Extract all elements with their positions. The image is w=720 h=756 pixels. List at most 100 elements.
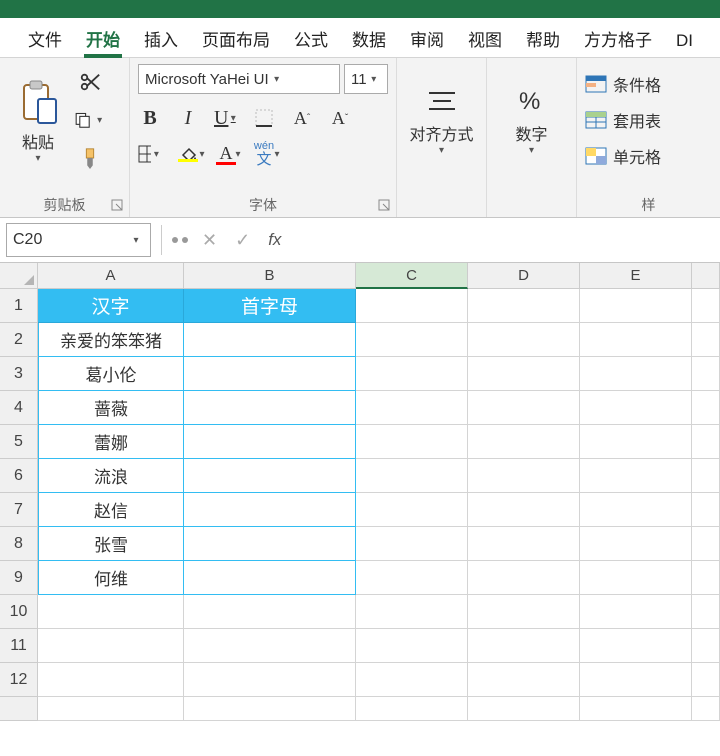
- confirm-entry-button[interactable]: ✓: [235, 230, 250, 251]
- cell[interactable]: [356, 527, 468, 561]
- cell[interactable]: [692, 527, 720, 561]
- cell[interactable]: [356, 459, 468, 493]
- tab-square-grid[interactable]: 方方格子: [574, 20, 662, 57]
- row-header[interactable]: [0, 697, 38, 721]
- increase-font-button[interactable]: Aˆ: [290, 106, 314, 130]
- cell[interactable]: [692, 697, 720, 721]
- cell[interactable]: [468, 493, 580, 527]
- cell[interactable]: [692, 561, 720, 595]
- tab-page-layout[interactable]: 页面布局: [192, 20, 280, 57]
- cell[interactable]: [580, 595, 692, 629]
- cell[interactable]: 张雪: [38, 527, 184, 561]
- row-header[interactable]: 5: [0, 425, 38, 459]
- cell[interactable]: [184, 697, 356, 721]
- tab-diy[interactable]: DI: [666, 25, 703, 57]
- cut-button[interactable]: [74, 68, 106, 96]
- cell[interactable]: [356, 697, 468, 721]
- column-header[interactable]: B: [184, 263, 356, 289]
- row-header[interactable]: 9: [0, 561, 38, 595]
- bold-button[interactable]: B: [138, 106, 162, 130]
- cell[interactable]: [468, 561, 580, 595]
- cell[interactable]: [184, 391, 356, 425]
- conditional-format-button[interactable]: 条件格: [585, 72, 712, 96]
- cell[interactable]: [692, 459, 720, 493]
- cell-styles-button[interactable]: 单元格: [585, 144, 712, 168]
- cell[interactable]: [356, 663, 468, 697]
- cell[interactable]: [692, 629, 720, 663]
- decrease-font-button[interactable]: Aˇ: [328, 106, 352, 130]
- cell[interactable]: [468, 527, 580, 561]
- cell[interactable]: [692, 289, 720, 323]
- cell[interactable]: [692, 323, 720, 357]
- tab-view[interactable]: 视图: [458, 20, 512, 57]
- cell[interactable]: [468, 663, 580, 697]
- cell[interactable]: [468, 697, 580, 721]
- cell[interactable]: [580, 459, 692, 493]
- row-header[interactable]: 11: [0, 629, 38, 663]
- cell[interactable]: [356, 357, 468, 391]
- font-name-select[interactable]: Microsoft YaHei UI ▾: [138, 64, 340, 94]
- cell[interactable]: [356, 493, 468, 527]
- cell[interactable]: 葛小伦: [38, 357, 184, 391]
- copy-button[interactable]: ▾: [74, 106, 106, 134]
- alignment-button[interactable]: 对齐方式 ▾: [405, 64, 478, 179]
- cell[interactable]: [580, 357, 692, 391]
- italic-button[interactable]: I: [176, 106, 200, 130]
- row-header[interactable]: 8: [0, 527, 38, 561]
- cancel-entry-button[interactable]: ✕: [202, 230, 217, 251]
- select-all-corner[interactable]: [0, 263, 38, 289]
- cell[interactable]: [580, 629, 692, 663]
- column-header[interactable]: [692, 263, 720, 289]
- font-color-button[interactable]: A ▾: [214, 142, 238, 166]
- border-all-button[interactable]: ▾: [138, 142, 162, 166]
- cell[interactable]: [184, 357, 356, 391]
- cell[interactable]: [356, 425, 468, 459]
- cell[interactable]: [580, 289, 692, 323]
- cell[interactable]: [356, 391, 468, 425]
- cell[interactable]: [38, 663, 184, 697]
- cell[interactable]: [356, 629, 468, 663]
- cell[interactable]: 汉字: [38, 289, 184, 323]
- cell[interactable]: [580, 391, 692, 425]
- tab-review[interactable]: 审阅: [400, 20, 454, 57]
- cell[interactable]: [580, 663, 692, 697]
- column-header[interactable]: D: [468, 263, 580, 289]
- cell[interactable]: 首字母: [184, 289, 356, 323]
- column-header[interactable]: E: [580, 263, 692, 289]
- row-header[interactable]: 10: [0, 595, 38, 629]
- cell[interactable]: [356, 595, 468, 629]
- row-header[interactable]: 3: [0, 357, 38, 391]
- cell[interactable]: [356, 323, 468, 357]
- cell[interactable]: [580, 323, 692, 357]
- row-header[interactable]: 12: [0, 663, 38, 697]
- cell[interactable]: [468, 289, 580, 323]
- underline-button[interactable]: U▾: [214, 106, 238, 130]
- cell[interactable]: [580, 527, 692, 561]
- phonetic-guide-button[interactable]: wén 文 ▾: [252, 142, 276, 166]
- cell[interactable]: [468, 425, 580, 459]
- formula-input[interactable]: [287, 223, 720, 257]
- column-header[interactable]: C: [356, 263, 468, 289]
- number-format-button[interactable]: % 数字 ▾: [495, 64, 568, 179]
- cell[interactable]: [468, 629, 580, 663]
- fx-icon[interactable]: fx: [268, 230, 281, 250]
- cell[interactable]: [692, 595, 720, 629]
- font-size-select[interactable]: 11 ▾: [344, 64, 388, 94]
- cell[interactable]: [580, 697, 692, 721]
- tab-insert[interactable]: 插入: [134, 20, 188, 57]
- cell[interactable]: [356, 289, 468, 323]
- format-painter-button[interactable]: [74, 144, 106, 172]
- cell[interactable]: [184, 459, 356, 493]
- dialog-launcher-clipboard[interactable]: [111, 199, 125, 213]
- dialog-launcher-font[interactable]: [378, 199, 392, 213]
- tab-file[interactable]: 文件: [18, 20, 72, 57]
- cell[interactable]: [38, 595, 184, 629]
- cell[interactable]: [580, 561, 692, 595]
- name-box[interactable]: C20 ▾: [6, 223, 151, 257]
- cell[interactable]: [184, 629, 356, 663]
- cell[interactable]: [184, 493, 356, 527]
- cell[interactable]: [468, 459, 580, 493]
- fill-color-button[interactable]: ▾: [176, 142, 200, 166]
- cell[interactable]: 亲爱的笨笨猪: [38, 323, 184, 357]
- cell[interactable]: [38, 629, 184, 663]
